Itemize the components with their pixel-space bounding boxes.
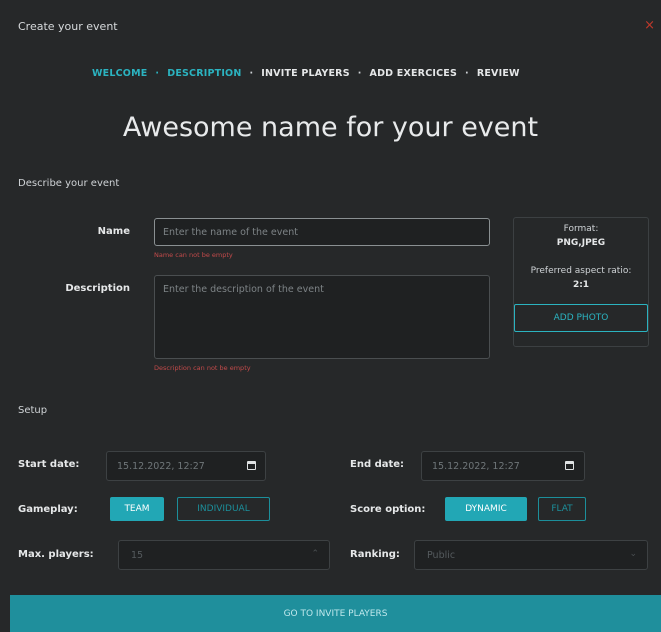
step-separator: · [357, 68, 362, 79]
event-name-input[interactable]: Enter the name of the event [154, 218, 490, 246]
start-date-input[interactable]: 15.12.2022, 12:27 [106, 451, 266, 481]
step-description[interactable]: DESCRIPTION [167, 68, 241, 79]
score-option-label: Score option: [350, 504, 426, 515]
step-add-exercices[interactable]: ADD EXERCICES [370, 68, 457, 79]
calendar-icon[interactable] [246, 461, 256, 470]
end-date-input[interactable]: 15.12.2022, 12:27 [421, 451, 585, 481]
step-separator: · [249, 68, 254, 79]
event-description-input[interactable]: Enter the description of the event [154, 275, 490, 359]
create-event-modal: Create your event × WELCOME · DESCRIPTIO… [0, 0, 661, 632]
stepper-icon: ⌃ [311, 549, 319, 559]
ranking-label: Ranking: [350, 549, 400, 560]
description-label: Description [65, 283, 130, 294]
ranking-value: Public [427, 549, 456, 561]
format-title: Format: [563, 224, 599, 234]
max-players-input[interactable]: 15 ⌃ [118, 540, 330, 570]
step-separator: · [155, 68, 160, 79]
score-flat-toggle[interactable]: FLAT [538, 497, 586, 521]
photo-upload-panel: Format: PNG,JPEG Preferred aspect ratio:… [513, 217, 649, 347]
aspect-ratio-value: 2:1 [572, 280, 590, 290]
step-review[interactable]: REVIEW [477, 68, 520, 79]
ranking-select[interactable]: Public ⌄ [414, 540, 648, 570]
stepper: WELCOME · DESCRIPTION · INVITE PLAYERS ·… [92, 68, 520, 79]
calendar-icon[interactable] [564, 461, 574, 470]
modal-title: Create your event [18, 20, 118, 33]
start-date-value: 15.12.2022, 12:27 [117, 460, 205, 472]
description-error: Description can not be empty [154, 364, 251, 372]
max-players-value: 15 [131, 549, 144, 561]
setup-section-label: Setup [18, 405, 48, 416]
name-error: Name can not be empty [154, 251, 233, 259]
close-icon[interactable]: × [644, 18, 655, 33]
page-heading: Awesome name for your event [122, 112, 539, 143]
score-dynamic-toggle[interactable]: DYNAMIC [445, 497, 527, 521]
max-players-label: Max. players: [18, 549, 94, 560]
start-date-label: Start date: [18, 459, 80, 470]
end-date-value: 15.12.2022, 12:27 [432, 460, 520, 472]
end-date-label: End date: [350, 459, 405, 470]
add-photo-button[interactable]: ADD PHOTO [514, 304, 648, 332]
format-value: PNG,JPEG [556, 238, 606, 248]
gameplay-team-toggle[interactable]: TEAM [110, 497, 164, 521]
step-separator: · [465, 68, 469, 79]
chevron-down-icon: ⌄ [629, 549, 637, 559]
gameplay-individual-toggle[interactable]: INDIVIDUAL [177, 497, 270, 521]
aspect-ratio-title: Preferred aspect ratio: [530, 266, 632, 276]
go-to-invite-players-button[interactable]: GO TO INVITE PLAYERS [10, 595, 661, 632]
step-invite-players[interactable]: INVITE PLAYERS [261, 68, 349, 79]
step-welcome[interactable]: WELCOME [92, 68, 147, 79]
gameplay-label: Gameplay: [18, 504, 78, 515]
describe-section-label: Describe your event [18, 178, 120, 189]
name-label: Name [97, 226, 130, 237]
